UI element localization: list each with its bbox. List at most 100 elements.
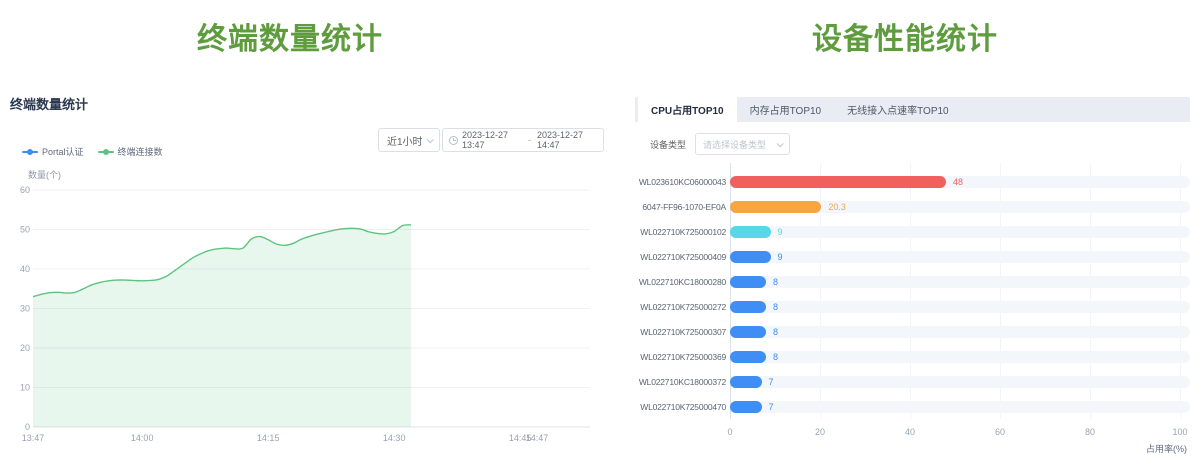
tab-cpu-top10[interactable]: CPU占用TOP10: [638, 97, 737, 122]
bar-row: WL022710KC18000280 8: [635, 269, 1190, 294]
y-tick-label: 50: [20, 225, 30, 235]
y-tick-label: 60: [20, 185, 30, 195]
legend-line-dot-icon: [98, 151, 114, 153]
bar-row: WL022710KC18000372 7: [635, 369, 1190, 394]
bar-track: [730, 401, 1190, 413]
bar: [730, 226, 771, 238]
right-section-header: 设备性能统计: [620, 14, 1190, 58]
x-tick-label: 14:47: [526, 433, 549, 443]
device-label: WL022710K725000369: [635, 352, 726, 362]
bar-x-axis-label: 占用率(%): [635, 442, 1190, 455]
bar-value-label: 8: [773, 277, 778, 287]
bar: [730, 401, 762, 413]
bar: [730, 201, 821, 213]
x-tick-label: 80: [1085, 427, 1095, 437]
bar-value-label: 7: [769, 377, 774, 387]
chevron-down-icon: [427, 136, 434, 143]
bar-row: WL022710K725000307 8: [635, 319, 1190, 344]
x-tick-label: 0: [727, 427, 732, 437]
device-performance-card: CPU占用TOP10 内存占用TOP10 无线接入点速率TOP10 设备类型 请…: [635, 97, 1190, 455]
bar-track: [730, 276, 1190, 288]
legend-label: Portal认证: [42, 145, 84, 158]
x-tick-label: 100: [1172, 427, 1187, 437]
bar-value-label: 9: [778, 227, 783, 237]
bar-row: 6047-FF96-1070-EF0A 20.3: [635, 194, 1190, 219]
device-label: WL022710K725000307: [635, 327, 726, 337]
bar-plot-rows: WL023610KC06000043 48 6047-FF96-1070-EF0A 2…: [635, 169, 1190, 419]
chart-legend: Portal认证 终端连接数: [22, 145, 163, 158]
filter-row: 设备类型 请选择设备类型: [635, 133, 1190, 155]
device-label: WL022710KC18000280: [635, 277, 726, 287]
bar: [730, 376, 762, 388]
bar-track: [730, 326, 1190, 338]
bar-value-label: 20.3: [828, 202, 846, 212]
legend-item-portal[interactable]: Portal认证: [22, 145, 84, 158]
bar-row: WL023610KC06000043 48: [635, 169, 1190, 194]
bar-value-label: 8: [773, 352, 778, 362]
tab-bar: CPU占用TOP10 内存占用TOP10 无线接入点速率TOP10: [635, 97, 1190, 122]
device-label: WL022710K725000470: [635, 402, 726, 412]
date-end[interactable]: 2023-12-27 14:47: [537, 130, 597, 150]
date-start[interactable]: 2023-12-27 13:47: [462, 130, 522, 150]
bar: [730, 251, 771, 263]
bar-track: [730, 201, 1190, 213]
device-label: 6047-FF96-1070-EF0A: [635, 202, 726, 212]
bar-value-label: 8: [773, 327, 778, 337]
legend-label: 终端连接数: [118, 145, 163, 158]
bar: [730, 176, 946, 188]
x-tick-label: 60: [995, 427, 1005, 437]
bar-track: [730, 351, 1190, 363]
bar-track: [730, 301, 1190, 313]
device-label: WL023610KC06000043: [635, 177, 726, 187]
y-tick-label: 30: [20, 304, 30, 314]
x-tick-label: 20: [815, 427, 825, 437]
panel-title: 终端数量统计: [10, 94, 88, 113]
device-label: WL022710K725000102: [635, 227, 726, 237]
date-separator: -: [526, 135, 533, 145]
device-label: WL022710K725000272: [635, 302, 726, 312]
device-type-label: 设备类型: [650, 138, 686, 151]
terminal-count-chart: 010203040506013:4714:0014:1514:3014:4514…: [0, 160, 600, 456]
bar-row: WL022710K725000369 8: [635, 344, 1190, 369]
bar-row: WL022710K725000272 8: [635, 294, 1190, 319]
y-tick-label: 0: [25, 422, 30, 432]
bar: [730, 326, 766, 338]
bar-track: [730, 376, 1190, 388]
y-tick-label: 10: [20, 383, 30, 393]
clock-icon: [449, 136, 458, 145]
left-section-header: 终端数量统计: [0, 14, 580, 58]
time-range-value: 近1小时: [387, 133, 423, 148]
legend-item-terminal-connections[interactable]: 终端连接数: [98, 145, 163, 158]
x-tick-label: 14:00: [131, 433, 154, 443]
bar-value-label: 8: [773, 302, 778, 312]
bar: [730, 301, 766, 313]
chevron-down-icon: [777, 140, 784, 147]
device-type-placeholder: 请选择设备类型: [703, 138, 766, 151]
device-type-select[interactable]: 请选择设备类型: [695, 133, 790, 155]
tab-wireless-ap-rate-top10[interactable]: 无线接入点速率TOP10: [834, 97, 962, 122]
date-range-picker[interactable]: 2023-12-27 13:47 - 2023-12-27 14:47: [442, 128, 604, 152]
y-tick-label: 40: [20, 264, 30, 274]
x-tick-label: 14:30: [383, 433, 406, 443]
device-label: WL022710KC18000372: [635, 377, 726, 387]
bar-row: WL022710K725000409 9: [635, 244, 1190, 269]
bar-row: WL022710K725000102 9: [635, 219, 1190, 244]
bar-value-label: 9: [778, 252, 783, 262]
x-tick-label: 14:15: [257, 433, 280, 443]
bar-track: [730, 226, 1190, 238]
device-label: WL022710K725000409: [635, 252, 726, 262]
x-tick-label: 40: [905, 427, 915, 437]
bar-value-label: 48: [953, 177, 963, 187]
y-tick-label: 20: [20, 343, 30, 353]
bar-value-label: 7: [769, 402, 774, 412]
tab-memory-top10[interactable]: 内存占用TOP10: [737, 97, 835, 122]
time-range-select[interactable]: 近1小时: [378, 128, 440, 152]
cpu-top10-bar-chart: WL023610KC06000043 48 6047-FF96-1070-EF0A 2…: [635, 169, 1190, 419]
bar-row: WL022710K725000470 7: [635, 394, 1190, 419]
bar-track: [730, 251, 1190, 263]
bar: [730, 276, 766, 288]
area-fill: [33, 225, 411, 427]
x-tick-label: 13:47: [22, 433, 45, 443]
bar: [730, 351, 766, 363]
legend-line-dot-icon: [22, 151, 38, 153]
